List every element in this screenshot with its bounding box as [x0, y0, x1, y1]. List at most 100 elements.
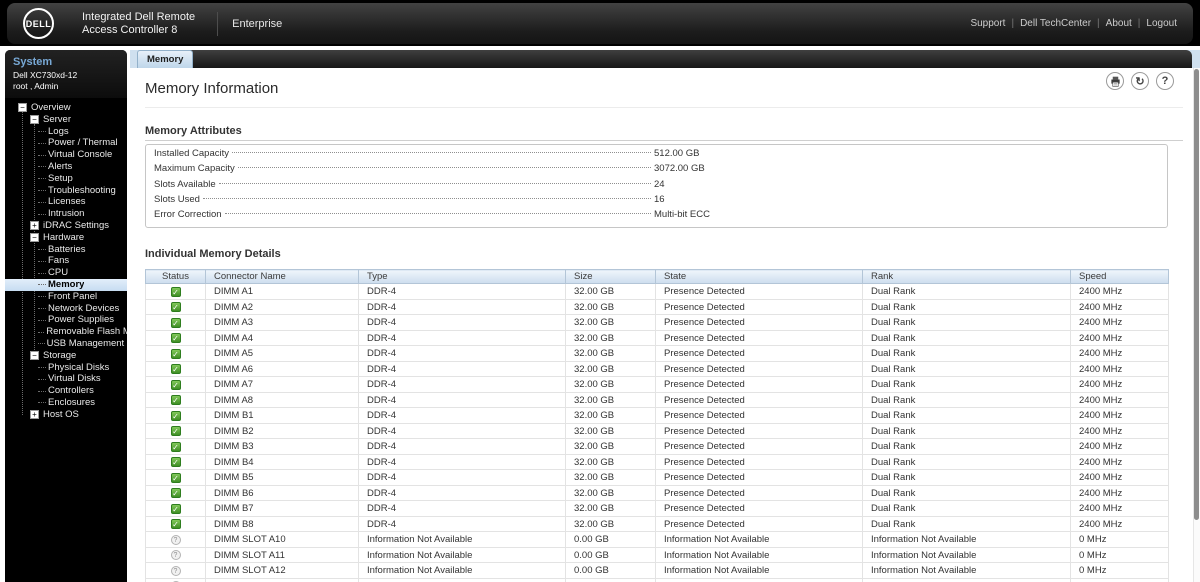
sidebar-item-enclosures[interactable]: Enclosures	[5, 397, 127, 409]
sidebar-item-overview[interactable]: − Overview	[5, 102, 127, 114]
sidebar-item-label: Fans	[48, 255, 70, 267]
connector-name-cell: DIMM SLOT A12	[205, 562, 359, 579]
connector-name-cell: DIMM B4	[205, 454, 359, 471]
collapse-icon[interactable]: −	[18, 103, 27, 113]
sidebar-item-logs[interactable]: Logs	[5, 126, 127, 138]
column-header-status[interactable]: Status	[145, 269, 206, 285]
collapse-icon[interactable]: −	[30, 351, 39, 361]
table-row: ✓ DIMM B1 DDR-4 32.00 GB Presence Detected Du…	[145, 407, 1169, 424]
size-cell: 32.00 GB	[565, 376, 656, 393]
header-link-dell-techcenter[interactable]: Dell TechCenter	[1020, 18, 1091, 29]
collapse-icon[interactable]: −	[30, 115, 39, 125]
header-link-about[interactable]: About	[1106, 18, 1132, 29]
sidebar-item-front-panel[interactable]: Front Panel	[5, 291, 127, 303]
dell-logo: DELL	[23, 8, 54, 39]
sidebar-item-host-os[interactable]: + Host OS	[5, 409, 127, 421]
status-cell: ?	[145, 578, 206, 582]
speed-cell: 2400 MHz	[1070, 438, 1169, 455]
sidebar: System Dell XC730xd-12 root , Admin − Ove…	[5, 50, 127, 582]
status-ok-icon: ✓	[170, 333, 181, 344]
expand-icon[interactable]: +	[30, 221, 39, 231]
sidebar-item-setup[interactable]: Setup	[5, 173, 127, 185]
help-icon[interactable]: ?	[1156, 72, 1174, 90]
sidebar-item-server[interactable]: − Server	[5, 114, 127, 126]
table-body: ✓ DIMM A1 DDR-4 32.00 GB Presence Detected Du…	[145, 283, 1169, 582]
state-cell: Presence Detected	[655, 299, 863, 316]
connector-name-cell: DIMM B3	[205, 438, 359, 455]
connector-name-cell: DIMM SLOT A9	[205, 578, 359, 582]
type-cell: Information Not Available	[358, 531, 566, 548]
sidebar-item-virtual-disks[interactable]: Virtual Disks	[5, 373, 127, 385]
sidebar-item-licenses[interactable]: Licenses	[5, 196, 127, 208]
sidebar-item-network-devices[interactable]: Network Devices	[5, 303, 127, 315]
rank-cell: Dual Rank	[862, 314, 1071, 331]
table-row: ? DIMM SLOT A12 Information Not Available 0…	[145, 562, 1169, 579]
column-header-state[interactable]: State	[655, 269, 863, 285]
column-header-rank[interactable]: Rank	[862, 269, 1071, 285]
sidebar-item-label: Host OS	[43, 408, 79, 420]
sidebar-item-troubleshooting[interactable]: Troubleshooting	[5, 185, 127, 197]
attribute-row: Installed Capacity 512.00 GB	[154, 148, 1159, 163]
sidebar-item-fans[interactable]: Fans	[5, 255, 127, 267]
collapse-icon[interactable]: −	[30, 233, 39, 243]
status-ok-icon: ✓	[170, 379, 181, 390]
sidebar-item-power-thermal[interactable]: Power / Thermal	[5, 137, 127, 149]
sidebar-item-alerts[interactable]: Alerts	[5, 161, 127, 173]
speed-cell: 0 MHz	[1070, 547, 1169, 564]
table-row: ✓ DIMM A1 DDR-4 32.00 GB Presence Detected Du…	[145, 283, 1169, 300]
type-cell: Information Not Available	[358, 562, 566, 579]
table-row: ✓ DIMM B3 DDR-4 32.00 GB Presence Detected Du…	[145, 438, 1169, 455]
refresh-icon[interactable]: ↻	[1131, 72, 1149, 90]
status-cell: ✓	[145, 454, 206, 471]
attribute-row: Maximum Capacity 3072.00 GB	[154, 163, 1159, 178]
rank-cell: Information Not Available	[862, 578, 1071, 582]
attribute-leader	[237, 167, 651, 169]
state-cell: Information Not Available	[655, 547, 863, 564]
sidebar-item-controllers[interactable]: Controllers	[5, 385, 127, 397]
link-separator: |	[1137, 18, 1141, 29]
rank-cell: Dual Rank	[862, 423, 1071, 440]
sidebar-item-memory[interactable]: Memory	[5, 278, 127, 291]
attribute-row: Slots Available 24	[154, 179, 1159, 194]
refresh-glyph: ↻	[1135, 75, 1145, 88]
header-link-support[interactable]: Support	[970, 18, 1005, 29]
column-header-size[interactable]: Size	[565, 269, 656, 285]
status-ok-icon: ✓	[170, 395, 181, 406]
sidebar-item-usb-management-port[interactable]: USB Management Port	[5, 338, 127, 350]
sidebar-item-physical-disks[interactable]: Physical Disks	[5, 362, 127, 374]
status-unknown-icon: ?	[170, 565, 181, 576]
type-cell: DDR-4	[358, 314, 566, 331]
sidebar-item-storage[interactable]: − Storage	[5, 350, 127, 362]
main-layout: System Dell XC730xd-12 root , Admin − Ove…	[0, 50, 1200, 582]
state-cell: Presence Detected	[655, 361, 863, 378]
sidebar-item-hardware[interactable]: − Hardware	[5, 232, 127, 244]
status-ok-icon: ✓	[170, 488, 181, 499]
expand-icon[interactable]: +	[30, 410, 39, 420]
column-header-speed[interactable]: Speed	[1070, 269, 1169, 285]
printer-icon[interactable]	[1106, 72, 1124, 90]
sidebar-item-cpu[interactable]: CPU	[5, 267, 127, 279]
rank-cell: Dual Rank	[862, 469, 1071, 486]
memory-details-heading: Individual Memory Details	[145, 248, 281, 261]
sidebar-item-removable-flash-media[interactable]: Removable Flash Media	[5, 326, 127, 338]
size-cell: 32.00 GB	[565, 345, 656, 362]
rank-cell: Dual Rank	[862, 392, 1071, 409]
connector-name-cell: DIMM A3	[205, 314, 359, 331]
vertical-scrollbar-thumb[interactable]	[1194, 69, 1199, 520]
size-cell: 32.00 GB	[565, 299, 656, 316]
header-link-logout[interactable]: Logout	[1146, 18, 1177, 29]
sidebar-item-label: Hardware	[43, 231, 85, 243]
sidebar-item-label: Setup	[48, 172, 73, 184]
tab-memory[interactable]: Memory	[137, 50, 194, 68]
sidebar-item-batteries[interactable]: Batteries	[5, 244, 127, 256]
sidebar-item-virtual-console[interactable]: Virtual Console	[5, 149, 127, 161]
sidebar-item-intrusion[interactable]: Intrusion	[5, 208, 127, 220]
product-name: Integrated Dell Remote Access Controller…	[82, 11, 195, 37]
sidebar-item-idrac-settings[interactable]: + iDRAC Settings	[5, 220, 127, 232]
link-separator: |	[1097, 18, 1100, 29]
sidebar-item-power-supplies[interactable]: Power Supplies	[5, 314, 127, 326]
column-header-connector-name[interactable]: Connector Name	[205, 269, 359, 285]
size-cell: 32.00 GB	[565, 469, 656, 486]
sidebar-item-label: Memory	[48, 278, 85, 290]
column-header-type[interactable]: Type	[358, 269, 566, 285]
